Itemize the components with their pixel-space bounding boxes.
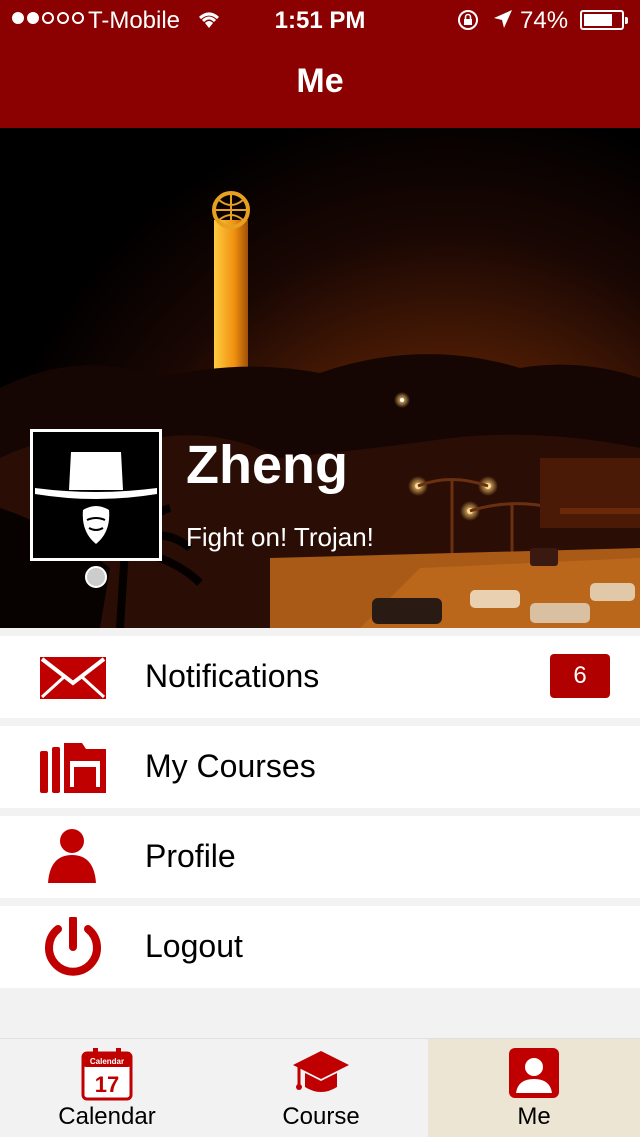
folder-icon: [40, 743, 106, 793]
tab-label: Calendar: [58, 1103, 156, 1130]
battery-icon: [580, 10, 628, 30]
menu-item-profile[interactable]: Profile: [0, 816, 640, 898]
menu-item-my-courses[interactable]: My Courses: [0, 726, 640, 808]
menu-item-label: Logout: [145, 928, 243, 964]
location-arrow-icon: [494, 10, 512, 28]
tab-label: Me: [517, 1103, 551, 1130]
notification-count-badge: 6: [550, 654, 610, 698]
calendar-icon-title: Calendar: [90, 1057, 124, 1066]
tab-bar: Calendar 17 Calendar Course Me: [0, 1038, 640, 1137]
envelope-icon: [40, 657, 106, 699]
tab-label: Course: [282, 1103, 360, 1130]
calendar-icon-date: 17: [95, 1072, 119, 1097]
page-indicator-dot: [85, 566, 107, 588]
top-bar: T-Mobile 1:51 PM 74% Me: [0, 0, 640, 128]
menu-item-label: My Courses: [145, 748, 316, 784]
profile-cover: Zheng Fight on! Trojan!: [0, 128, 640, 628]
battery-percent: 74%: [520, 7, 569, 34]
tab-course[interactable]: Course: [214, 1039, 428, 1137]
menu-item-logout[interactable]: Logout: [0, 906, 640, 988]
rotation-lock-icon: [458, 10, 478, 30]
status-bar: T-Mobile 1:51 PM 74%: [0, 0, 640, 40]
person-icon: [48, 829, 96, 883]
menu-item-label: Profile: [145, 838, 236, 874]
menu-item-label: Notifications: [145, 658, 320, 694]
avatar-image: [33, 432, 159, 558]
user-motto: Fight on! Trojan!: [186, 522, 374, 552]
power-icon: [45, 917, 101, 976]
profile-card-icon: [509, 1048, 559, 1098]
page-title: Me: [296, 62, 344, 100]
menu-list: Notifications 6 My Courses Profile Logou…: [0, 636, 640, 996]
menu-item-notifications[interactable]: Notifications 6: [0, 636, 640, 718]
tab-me[interactable]: Me: [428, 1039, 640, 1137]
tab-calendar[interactable]: Calendar 17 Calendar: [0, 1039, 214, 1137]
calendar-icon: Calendar 17: [81, 1048, 133, 1101]
graduation-cap-icon: [293, 1051, 349, 1092]
user-name: Zheng: [186, 435, 348, 495]
avatar[interactable]: [30, 429, 162, 561]
